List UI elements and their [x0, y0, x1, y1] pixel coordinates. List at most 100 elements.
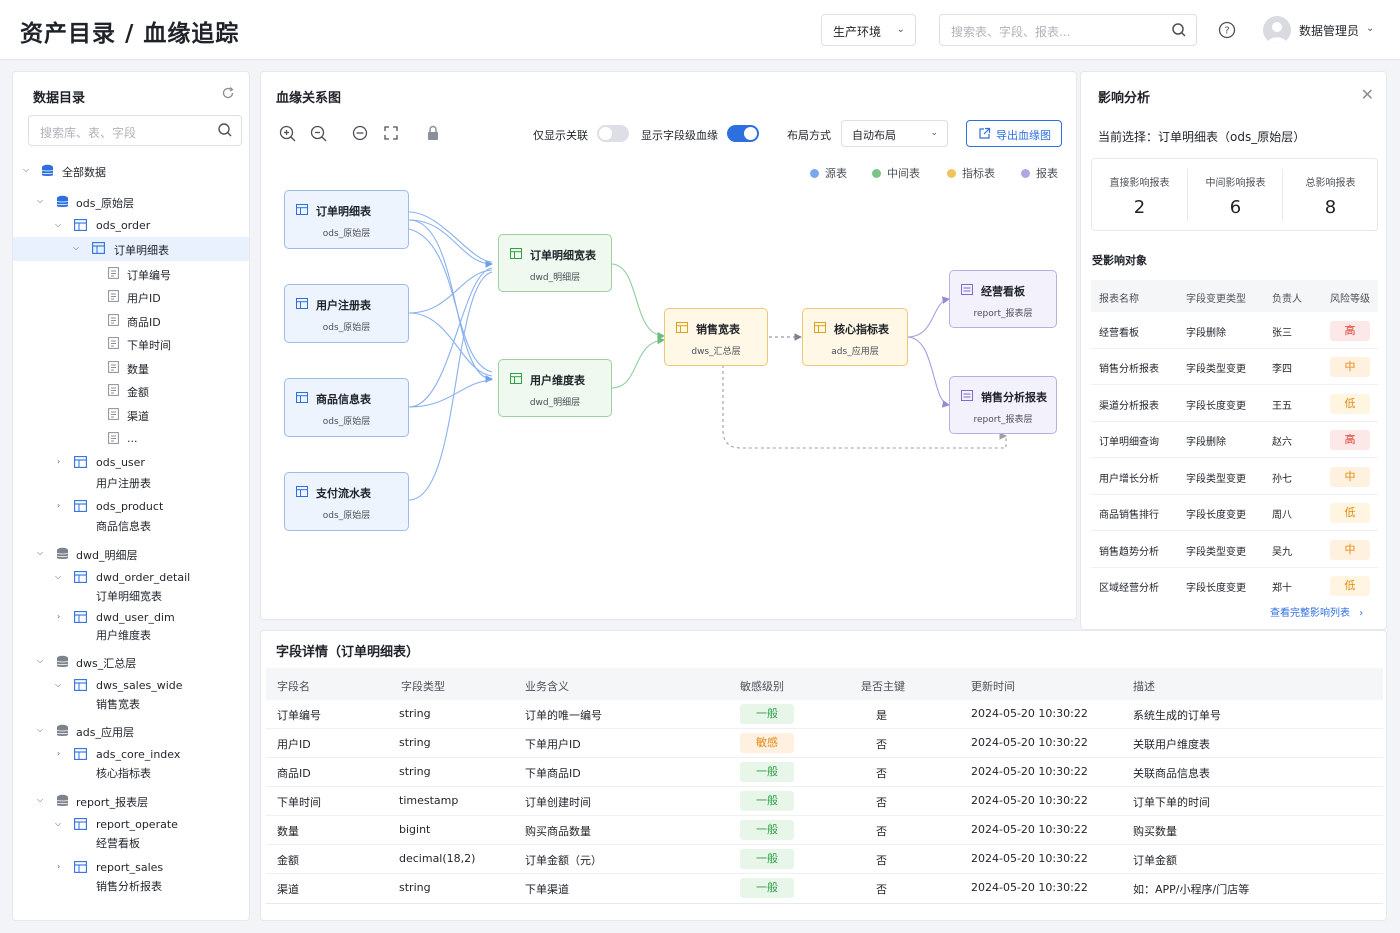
field-row[interactable]: 数量 bigint 购买商品数量 一般 否 2024-05-20 10:30:2… [266, 816, 1383, 845]
chevron-right-icon[interactable]: › [57, 749, 60, 758]
chevron-right-icon[interactable]: › [57, 862, 60, 871]
table-icon [296, 392, 308, 403]
node-order-detail-wide[interactable]: 订单明细宽表 dwd_明细层 [498, 234, 612, 292]
field-icon [108, 337, 119, 349]
chevron-down-icon[interactable]: ⌵ [37, 548, 43, 558]
impact-row[interactable]: 销售分析报表 字段类型变更 李四 中 [1091, 349, 1378, 385]
field-name: 商品ID [277, 767, 311, 780]
field-row[interactable]: 金额 decimal(18,2) 订单金额（元） 一般 否 2024-05-20… [266, 845, 1383, 874]
tree-item-dws-sales-wide[interactable]: ⌵ dws_sales_wide [13, 675, 249, 697]
tree-item-dwd-user-dim[interactable]: › dwd_user_dim [13, 607, 249, 629]
risk-badge: 低 [1330, 503, 1370, 523]
environment-select[interactable]: 生产环境 ⌄ [821, 14, 916, 46]
tree-field[interactable]: 用户ID [13, 286, 249, 308]
field-row[interactable]: 用户ID string 下单用户ID 敏感 否 2024-05-20 10:30… [266, 729, 1383, 758]
chevron-down-icon[interactable]: ⌵ [55, 572, 61, 582]
chevron-right-icon[interactable]: › [57, 457, 60, 466]
tree-item-ods-user[interactable]: › ods_user [13, 452, 249, 474]
impact-row[interactable]: 销售趋势分析 字段类型变更 吴九 中 [1091, 532, 1378, 568]
help-icon[interactable]: ? [1218, 21, 1236, 39]
tree-item-report-sales[interactable]: › report_sales [13, 857, 249, 879]
node-product-info[interactable]: 商品信息表 ods_原始层 [284, 378, 409, 437]
field-table-header: 字段名 字段类型 业务含义 敏感级别 是否主键 更新时间 描述 [266, 668, 1383, 700]
tree-field[interactable]: 金额 [13, 380, 249, 402]
chevron-down-icon[interactable]: ⌵ [55, 220, 61, 230]
tree-item-ods-order[interactable]: ⌵ ods_order [13, 215, 249, 237]
chevron-right-icon[interactable]: › [57, 501, 60, 510]
tree-label: dws_汇总层 [76, 657, 137, 670]
tree-item-desc: 商品信息表 [96, 520, 151, 533]
database-icon [56, 547, 69, 559]
tree-field[interactable]: ... [13, 428, 249, 450]
chevron-down-icon[interactable]: ⌵ [37, 795, 43, 805]
node-sales-report[interactable]: 销售分析报表 report_报表层 [949, 376, 1057, 434]
impact-row[interactable]: 渠道分析报表 字段长度变更 王五 低 [1091, 386, 1378, 422]
node-sales-wide[interactable]: 销售宽表 dws_汇总层 [664, 308, 768, 366]
field-row[interactable]: 商品ID string 下单商品ID 一般 否 2024-05-20 10:30… [266, 758, 1383, 787]
view-all-impact-link[interactable]: 查看完整影响列表 › [1270, 604, 1363, 619]
table-icon [74, 611, 87, 623]
field-description: 如：APP/小程序/门店等 [1133, 883, 1250, 896]
tree-item-ods-product[interactable]: › ods_product [13, 496, 249, 518]
field-detail-title: 字段详情（订单明细表） [276, 645, 420, 660]
tree-item-report-layer[interactable]: ⌵ report_报表层 [13, 790, 249, 812]
tree-item-dwd-layer[interactable]: ⌵ dwd_明细层 [13, 543, 249, 565]
chevron-down-icon[interactable]: ⌄ [1366, 23, 1374, 34]
risk-badge: 中 [1330, 540, 1370, 560]
field-row[interactable]: 渠道 string 下单渠道 一般 否 2024-05-20 10:30:22 … [266, 874, 1383, 903]
search-icon[interactable] [1171, 22, 1187, 38]
node-name: 支付流水表 [316, 487, 371, 500]
field-description: 系统生成的订单号 [1133, 709, 1221, 722]
table-scrollbar[interactable] [266, 903, 1383, 911]
user-name[interactable]: 数据管理员 [1299, 22, 1359, 39]
tree-item-ods-layer[interactable]: ⌵ ods_原始层 [13, 191, 249, 213]
tree-item-ads-layer[interactable]: ⌵ ads_应用层 [13, 720, 249, 742]
node-user-register[interactable]: 用户注册表 ods_原始层 [284, 284, 409, 343]
field-meaning: 订单金额（元） [525, 854, 602, 867]
chevron-down-icon[interactable]: ⌵ [55, 819, 61, 829]
table-icon [296, 298, 308, 309]
chevron-down-icon[interactable]: ⌵ [37, 656, 43, 666]
chevron-down-icon[interactable]: ⌵ [73, 243, 79, 253]
chevron-down-icon[interactable]: ⌵ [23, 165, 29, 175]
impact-row[interactable]: 区域经营分析 字段长度变更 郑十 低 [1091, 568, 1378, 604]
field-row[interactable]: 订单编号 string 订单的唯一编号 一般 是 2024-05-20 10:3… [266, 700, 1383, 729]
global-search-input[interactable]: 搜索表、字段、报表... [939, 14, 1197, 46]
tree-field[interactable]: 下单时间 [13, 333, 249, 355]
close-icon[interactable]: ✕ [1361, 85, 1374, 104]
tree-item-dwd-order-detail[interactable]: ⌵ dwd_order_detail [13, 567, 249, 589]
search-icon[interactable] [217, 122, 233, 138]
tree-field[interactable]: 渠道 [13, 404, 249, 426]
refresh-icon[interactable] [221, 86, 235, 100]
node-order-detail[interactable]: 订单明细表 ods_原始层 [284, 190, 409, 249]
chevron-down-icon[interactable]: ⌵ [37, 725, 43, 735]
avatar[interactable] [1263, 16, 1291, 44]
node-user-dim[interactable]: 用户维度表 dwd_明细层 [498, 359, 612, 417]
node-operate-board[interactable]: 经营看板 report_报表层 [949, 270, 1057, 328]
table-icon [74, 456, 87, 468]
stat-label: 直接影响报表 [1109, 178, 1170, 189]
field-row[interactable]: 下单时间 timestamp 订单创建时间 一般 否 2024-05-20 10… [266, 787, 1383, 816]
tree-root-all-data[interactable]: ⌵ 全部数据 [13, 160, 249, 182]
tree-field[interactable]: 数量 [13, 357, 249, 379]
owner: 王五 [1272, 401, 1292, 412]
node-layer: report_报表层 [973, 415, 1033, 425]
impact-row[interactable]: 商品销售排行 字段长度变更 周八 低 [1091, 495, 1378, 531]
tree-item-order-detail[interactable]: ⌵ 订单明细表 [13, 237, 249, 261]
column-header: 是否主键 [861, 680, 905, 693]
impact-row[interactable]: 用户增长分析 字段类型变更 孙七 中 [1091, 459, 1378, 495]
tree-field[interactable]: 订单编号 [13, 263, 249, 285]
chevron-right-icon[interactable]: › [57, 612, 60, 621]
tree-item-dws-layer[interactable]: ⌵ dws_汇总层 [13, 651, 249, 673]
impact-row[interactable]: 订单明细查询 字段删除 赵六 高 [1091, 422, 1378, 458]
chevron-down-icon[interactable]: ⌵ [55, 680, 61, 690]
impact-row[interactable]: 经营看板 字段删除 张三 高 [1091, 313, 1378, 349]
tree-item-report-operate[interactable]: ⌵ report_operate [13, 814, 249, 836]
chevron-down-icon[interactable]: ⌵ [37, 196, 43, 206]
tree-item-ads-core-index[interactable]: › ads_core_index [13, 744, 249, 766]
catalog-search-input[interactable]: 搜索库、表、字段 [28, 115, 242, 146]
node-payment-flow[interactable]: 支付流水表 ods_原始层 [284, 472, 409, 531]
node-core-index[interactable]: 核心指标表 ads_应用层 [802, 308, 908, 366]
tree-field[interactable]: 商品ID [13, 310, 249, 332]
field-name: 金额 [277, 854, 299, 867]
